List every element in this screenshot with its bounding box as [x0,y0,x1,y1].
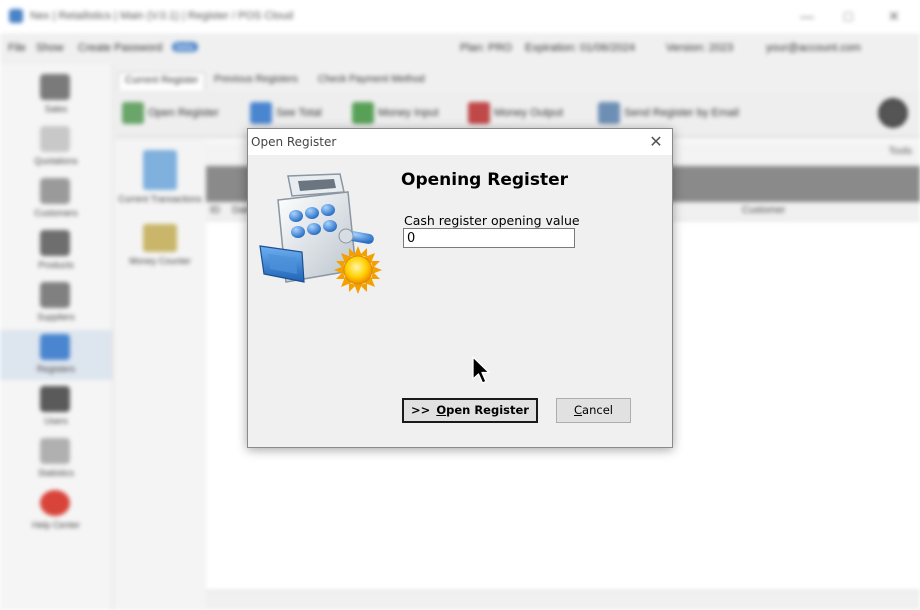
open-register-dialog: Open Register ✕ Opening Register Cash re… [247,128,673,448]
truck-icon [40,282,70,308]
button-label-rest: ancel [582,403,613,417]
send-register-email-button[interactable]: Send Register by Email [598,102,739,126]
lifebuoy-icon [40,490,70,516]
subnav-label: Money Counter [129,256,191,266]
main-sidebar: Sales Quotations Customers Products Supp… [0,64,113,610]
tab-check-payment-method[interactable]: Check Payment Method [312,72,431,90]
app-titlebar: Nex | Retailistics | Main (V.0.1) | Regi… [0,0,920,35]
sidebar-item-sales[interactable]: Sales [0,70,112,120]
document-icon [40,126,70,152]
email-icon [598,102,620,124]
chart-icon [40,438,70,464]
opening-value-input[interactable] [403,228,575,248]
sidebar-item-products[interactable]: Products [0,226,112,276]
users-icon [40,386,70,412]
cash-register-sun-icon [259,173,382,294]
expiration-status: Expiration: 01/06/2024 [525,42,636,54]
open-register-button[interactable]: >> Open Register [402,398,538,423]
money-in-icon [352,102,374,124]
beta-badge: beta [172,42,198,52]
menu-show[interactable]: Show [36,42,64,54]
account-email[interactable]: your@account.com [766,42,861,54]
sidebar-item-label: Suppliers [37,312,75,322]
gear-icon[interactable] [878,98,908,128]
mnemonic-letter: C [574,403,583,417]
toolbar-label: See Total [276,106,322,119]
coins-icon [143,224,177,252]
box-icon [40,230,70,256]
register-icon [40,334,70,360]
toolbar-label: Open Register [148,106,219,119]
see-total-button[interactable]: See Total [250,102,322,126]
tab-current-register[interactable]: Current Register [118,72,206,90]
dialog-title: Open Register [251,135,337,149]
menu-create-password[interactable]: Create Password [78,42,162,54]
column-customer[interactable]: Customer [742,205,785,216]
cancel-button[interactable]: Cancel [556,398,631,423]
plan-status: Plan: PRO [460,42,512,54]
sidebar-item-customers[interactable]: Customers [0,174,112,224]
button-label-rest: pen Register [446,403,529,417]
open-register-toolbar-button[interactable]: Open Register [122,102,219,126]
register-subnav: Current Transactions Money Counter [114,140,207,610]
tab-previous-registers[interactable]: Previous Registers [208,72,304,90]
register-tabs: Current Register Previous Registers Chec… [116,68,920,90]
maximize-icon[interactable]: □ [844,8,852,24]
sidebar-item-users[interactable]: Users [0,382,112,432]
customer-card-icon [40,178,70,204]
subnav-current-transactions[interactable]: Current Transactions [114,150,206,204]
subnav-label: Current Transactions [118,194,202,204]
mouse-pointer-icon [472,356,490,384]
sidebar-item-label: Quotations [34,156,78,166]
sidebar-item-label: Customers [34,208,78,218]
tools-menu[interactable]: Tools [889,146,912,157]
column-id[interactable]: ID [210,205,220,216]
calculator-icon [250,102,272,124]
transactions-icon [143,150,177,190]
close-icon[interactable]: ✕ [644,131,668,153]
sidebar-item-quotations[interactable]: Quotations [0,122,112,172]
sidebar-item-statistics[interactable]: Statistics [0,434,112,484]
sidebar-item-registers[interactable]: Registers [0,330,112,380]
money-input-button[interactable]: Money Input [352,102,439,126]
sidebar-item-help-center[interactable]: Help Center [0,486,112,536]
window-close-icon[interactable]: ✕ [888,8,900,25]
toolbar-label: Money Input [378,106,439,119]
sidebar-item-label: Users [44,416,68,426]
sidebar-item-label: Registers [36,364,75,374]
sidebar-item-suppliers[interactable]: Suppliers [0,278,112,328]
sidebar-item-label: Statistics [37,468,74,478]
toolbar-label: Send Register by Email [624,106,739,119]
cart-icon [40,74,70,100]
register-open-icon [122,102,144,124]
app-logo-icon [9,9,23,23]
app-title: Nex | Retailistics | Main (V.0.1) | Regi… [30,10,294,22]
mnemonic-letter: O [436,403,447,417]
menu-bar: File Show Create Password beta Plan: PRO… [0,38,920,60]
minimize-icon[interactable]: — [800,8,814,24]
version-status: Version: 2023 [666,42,734,54]
money-out-icon [468,102,490,124]
money-output-button[interactable]: Money Output [468,102,563,126]
toolbar-label: Money Output [494,106,564,119]
sidebar-item-label: Products [38,260,74,270]
arrows-glyph: >> [411,403,431,417]
table-footer [206,590,920,610]
sidebar-item-label: Sales [44,104,68,114]
opening-value-label: Cash register opening value [404,213,580,228]
dialog-heading: Opening Register [401,170,569,190]
menu-file[interactable]: File [8,42,26,54]
dialog-titlebar: Open Register ✕ [248,129,672,155]
subnav-money-counter[interactable]: Money Counter [114,224,206,266]
sidebar-item-label: Help Center [31,520,81,530]
